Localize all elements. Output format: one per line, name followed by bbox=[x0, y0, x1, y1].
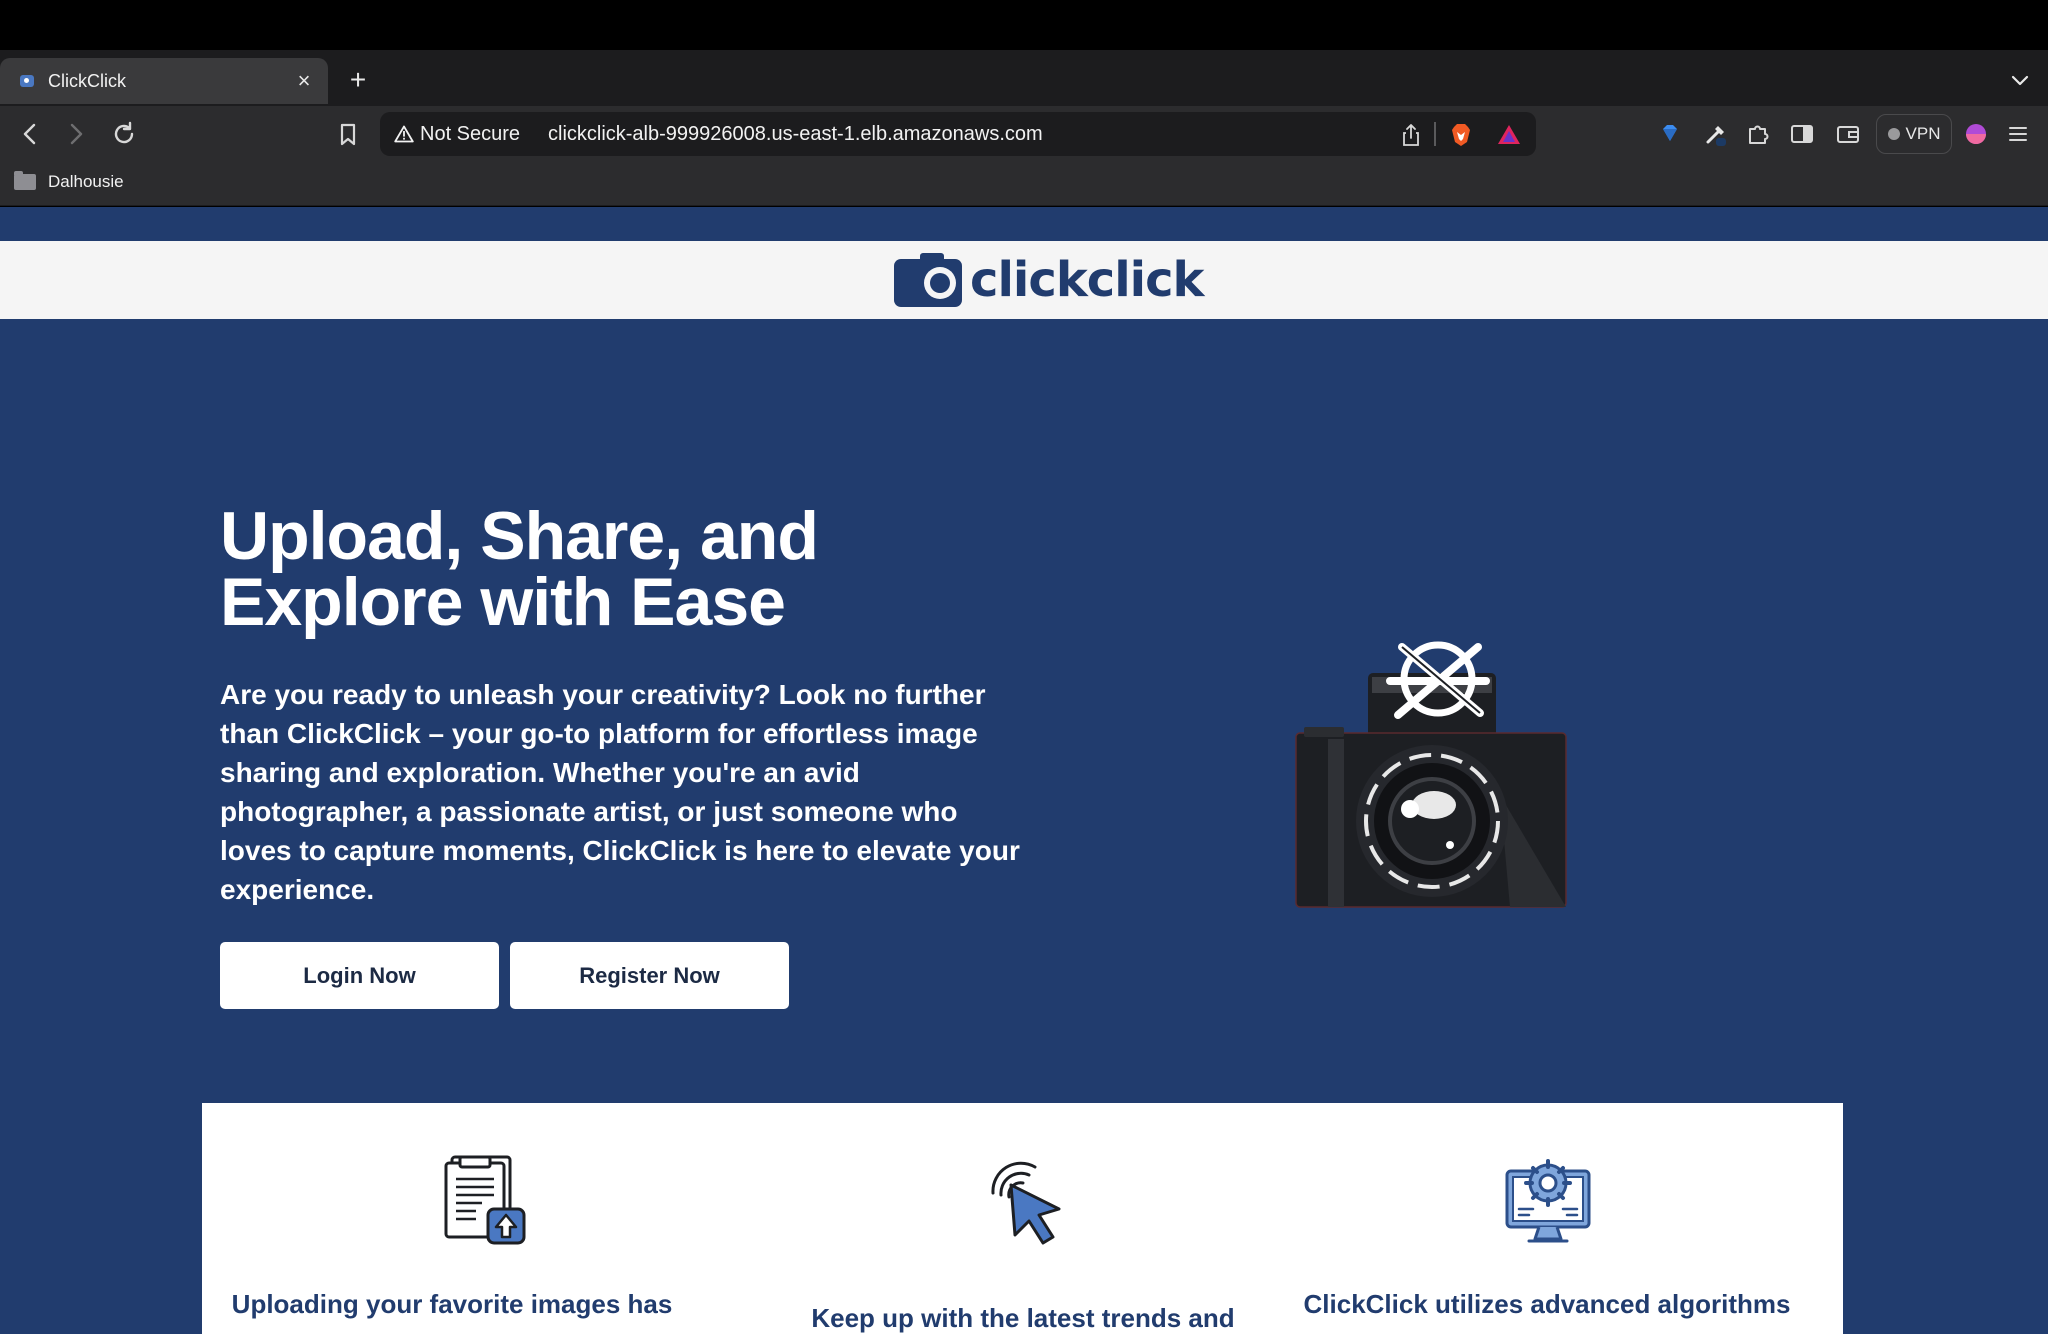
address-bar[interactable]: Not Secure clickclick-alb-999926008.us-e… bbox=[380, 112, 1536, 156]
not-secure-label[interactable]: Not Secure bbox=[420, 123, 520, 146]
share-icon[interactable] bbox=[1398, 122, 1424, 148]
screen-top-bezel bbox=[0, 0, 2048, 50]
brave-rewards-icon[interactable] bbox=[1496, 122, 1522, 148]
reload-icon[interactable] bbox=[108, 118, 140, 150]
tab-close-icon[interactable]: × bbox=[290, 67, 318, 95]
cursor-click-icon bbox=[991, 1161, 1061, 1245]
url-text[interactable]: clickclick-alb-999926008.us-east-1.elb.a… bbox=[548, 123, 1043, 146]
url-divider bbox=[1434, 122, 1436, 146]
logo-text: clickclick bbox=[970, 252, 1204, 308]
profile-avatar-icon[interactable] bbox=[1962, 120, 1990, 148]
vpn-label: VPN bbox=[1905, 124, 1941, 143]
sidebar-toggle-icon[interactable] bbox=[1788, 120, 1816, 148]
tab-list-chevron-down-icon[interactable] bbox=[2008, 68, 2032, 92]
site-header: clickclick bbox=[0, 241, 2048, 319]
feature-algorithms-text: ClickClick utilizes advanced algorithms bbox=[1303, 1289, 1791, 1319]
hero-title-line-2: Explore with Ease bbox=[220, 564, 786, 640]
eyedropper-extension-icon[interactable] bbox=[1702, 120, 1730, 148]
brave-shields-icon[interactable] bbox=[1448, 122, 1474, 148]
camera-logo-icon bbox=[894, 253, 962, 307]
web-page: clickclick Upload, Share, and Explore wi… bbox=[0, 207, 2048, 1334]
bookmark-icon[interactable] bbox=[332, 118, 364, 150]
tab-title: ClickClick bbox=[48, 70, 126, 91]
extensions-puzzle-icon[interactable] bbox=[1744, 120, 1772, 148]
bookmarks-bar: Dalhousie bbox=[0, 162, 2048, 206]
login-button[interactable]: Login Now bbox=[220, 942, 499, 1009]
clickclick-favicon-icon bbox=[20, 75, 34, 87]
folder-icon bbox=[14, 171, 36, 190]
feature-trends-text: Keep up with the latest trends and bbox=[811, 1303, 1235, 1333]
browser-tab-bar: ClickClick × + bbox=[0, 50, 2048, 106]
document-upload-icon bbox=[444, 1155, 526, 1245]
forward-arrow-icon[interactable] bbox=[60, 118, 92, 150]
hero-title-line-1: Upload, Share, and bbox=[220, 498, 819, 574]
new-tab-button[interactable]: + bbox=[344, 66, 372, 94]
gem-extension-icon[interactable] bbox=[1656, 120, 1684, 148]
menu-hamburger-icon[interactable] bbox=[2004, 120, 2032, 148]
wallet-icon[interactable] bbox=[1834, 120, 1862, 148]
vpn-status-icon bbox=[1887, 128, 1900, 140]
hero-title: Upload, Share, and Explore with Ease bbox=[220, 498, 920, 640]
site-logo[interactable]: clickclick bbox=[892, 251, 1204, 309]
vpn-button[interactable]: VPN bbox=[1876, 114, 1952, 154]
warning-triangle-icon bbox=[394, 125, 414, 143]
monitor-gear-icon bbox=[1505, 1159, 1591, 1243]
bookmark-folder-dalhousie[interactable]: Dalhousie bbox=[14, 171, 124, 192]
browser-toolbar: Not Secure clickclick-alb-999926008.us-e… bbox=[0, 106, 2048, 162]
register-button[interactable]: Register Now bbox=[510, 942, 789, 1009]
hero-description: Are you ready to unleash your creativity… bbox=[220, 679, 1020, 905]
feature-upload-text: Uploading your favorite images has bbox=[231, 1289, 673, 1319]
features-section: Uploading your favorite images has Keep … bbox=[202, 1103, 1843, 1334]
browser-tab-active[interactable]: ClickClick × bbox=[0, 58, 328, 104]
camera-illustration-icon bbox=[1295, 641, 1567, 908]
bookmark-folder-label: Dalhousie bbox=[48, 172, 124, 191]
back-arrow-icon[interactable] bbox=[14, 118, 46, 150]
